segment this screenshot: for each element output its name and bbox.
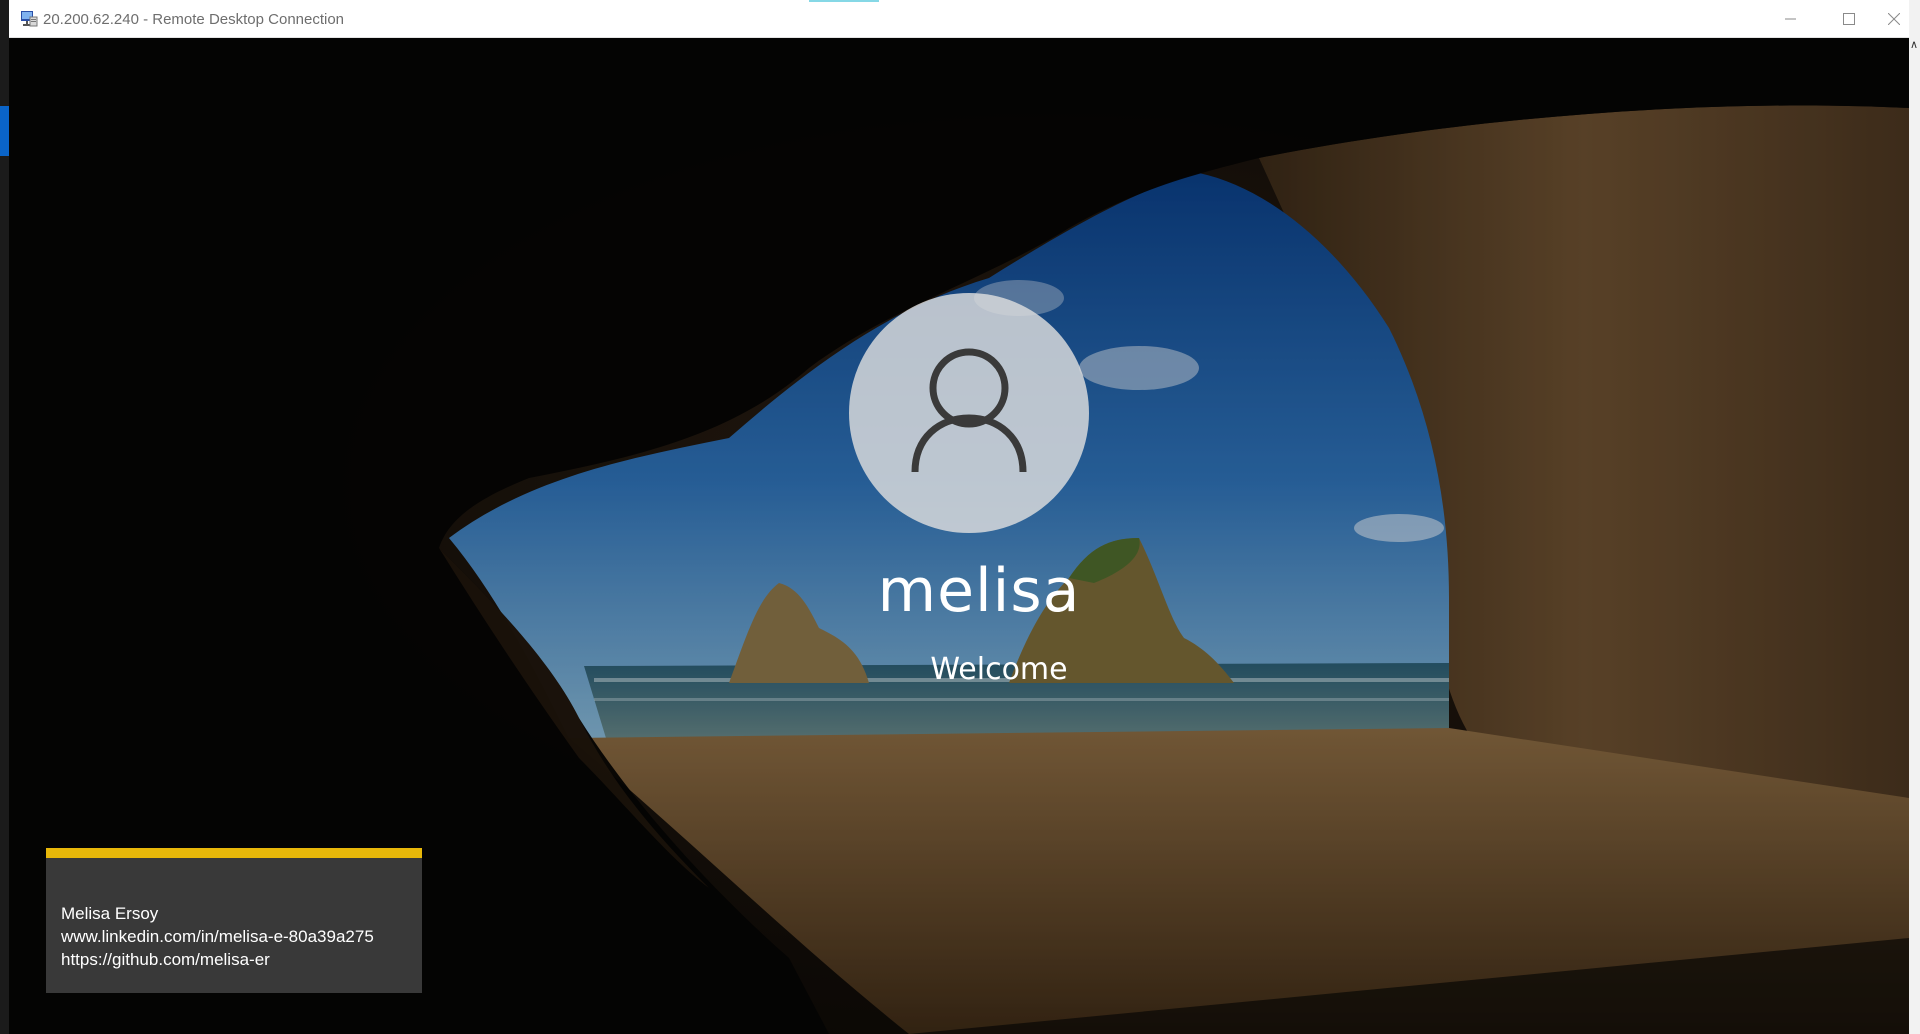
user-icon: [911, 346, 1027, 481]
host-taskbar-edge: [0, 0, 9, 1034]
host-taskbar-accent: [0, 106, 9, 156]
overlay-info-card: Melisa Ersoy www.linkedin.com/in/melisa-…: [46, 848, 422, 993]
account-username: melisa: [877, 556, 1081, 626]
scroll-up-icon[interactable]: ∧: [1910, 40, 1918, 51]
minimize-icon: [1785, 13, 1797, 25]
title-bar[interactable]: 20.200.62.240 - Remote Desktop Connectio…: [9, 0, 1909, 38]
window-title: 20.200.62.240 - Remote Desktop Connectio…: [43, 11, 345, 28]
remote-desktop-icon[interactable]: [19, 9, 39, 29]
maximize-button[interactable]: [1820, 0, 1878, 38]
overlay-linkedin-line: www.linkedin.com/in/melisa-e-80a39a275: [61, 927, 374, 946]
overlay-name-line: Melisa Ersoy: [61, 904, 159, 923]
minimize-button[interactable]: [1762, 0, 1820, 38]
remote-desktop-window: 20.200.62.240 - Remote Desktop Connectio…: [9, 0, 1909, 1034]
close-icon: [1887, 13, 1900, 25]
overlay-github-line: https://github.com/melisa-er: [61, 950, 270, 969]
maximize-icon: [1843, 13, 1855, 25]
remote-session-area[interactable]: melisa Welcome Melisa Ersoy www.linkedin…: [9, 38, 1909, 1034]
close-button[interactable]: [1878, 0, 1909, 38]
title-focus-indicator: [809, 0, 879, 2]
login-status-text: Welcome: [930, 652, 1068, 687]
host-scrollbar-edge[interactable]: ∧: [1909, 0, 1920, 1034]
user-avatar[interactable]: [849, 293, 1089, 533]
